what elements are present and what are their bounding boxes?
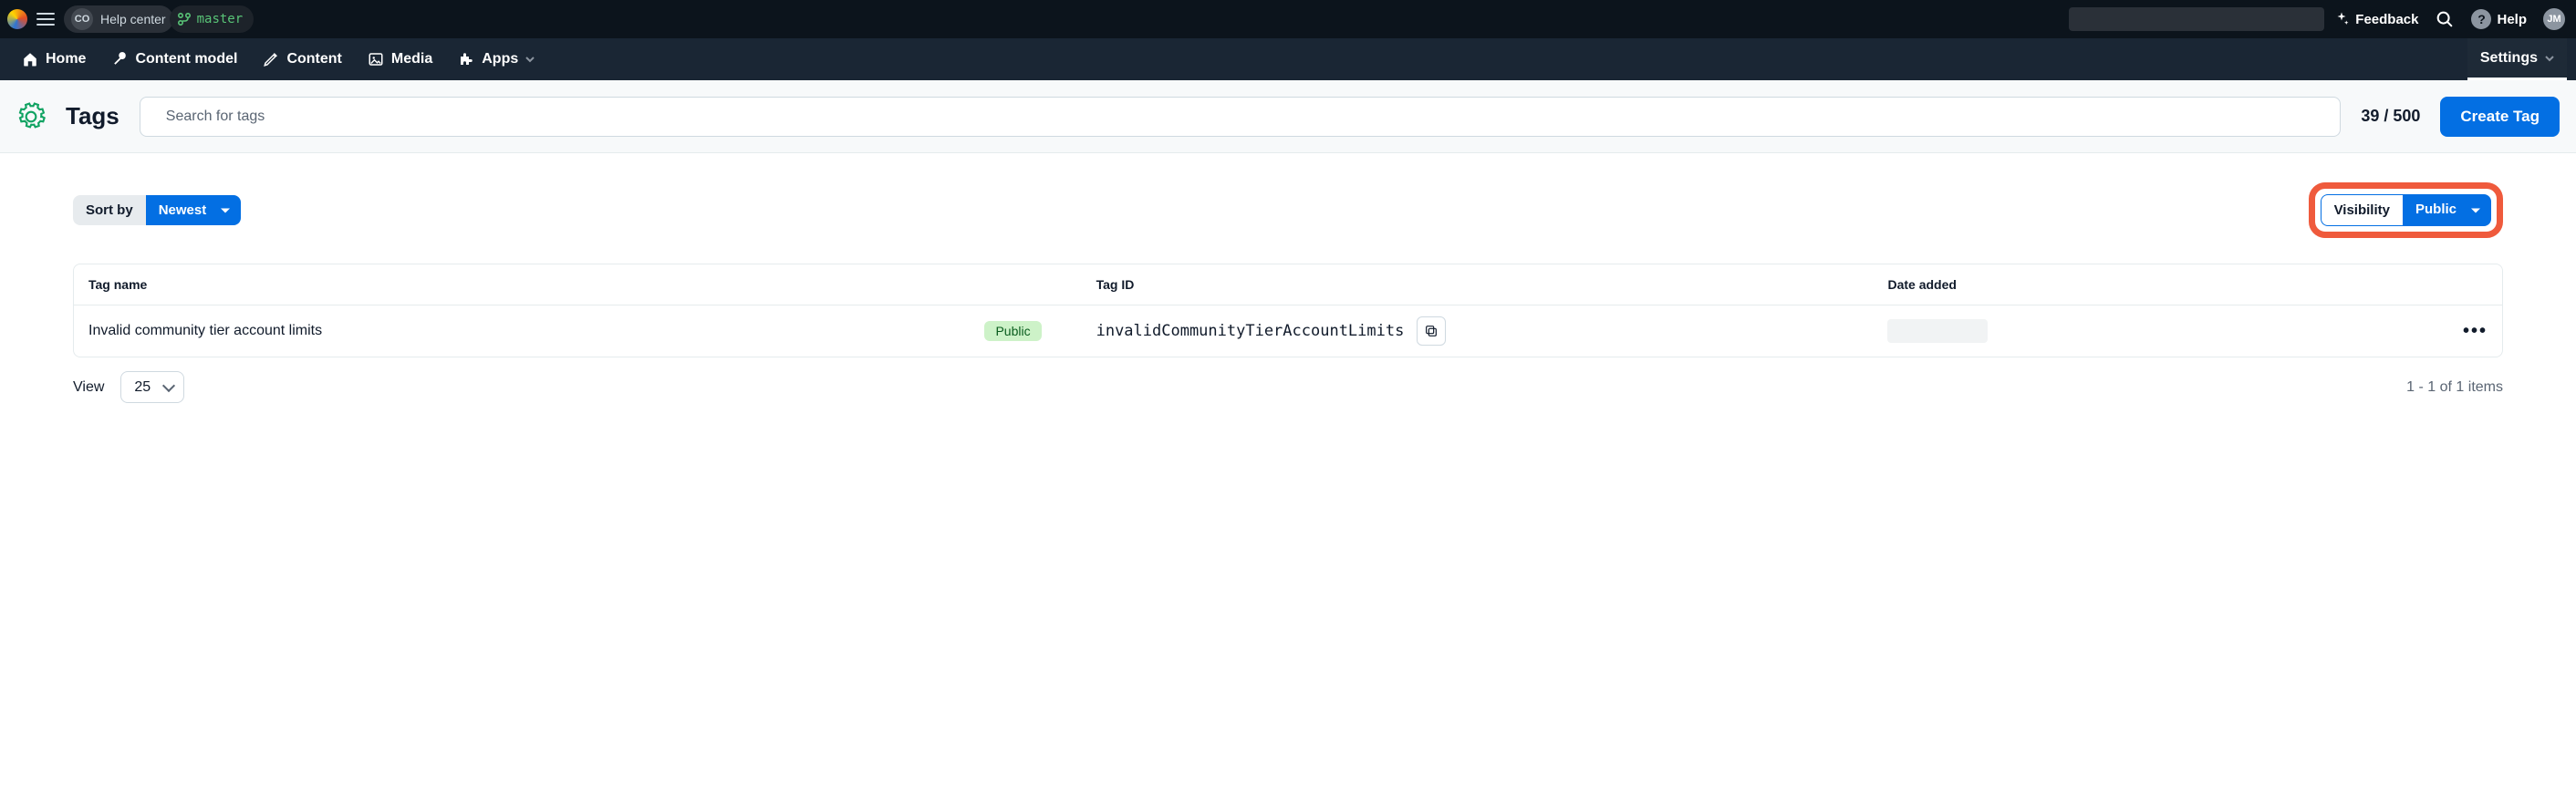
- top-center-placeholder: [2069, 7, 2324, 31]
- nav-home[interactable]: Home: [9, 38, 99, 80]
- sort-label: Sort by: [73, 195, 146, 225]
- search-button[interactable]: [2435, 9, 2455, 29]
- nav-apps[interactable]: Apps: [445, 38, 547, 80]
- sort-control[interactable]: Sort by Newest: [73, 195, 241, 225]
- branch-switcher[interactable]: master: [170, 5, 254, 33]
- search-icon: [2435, 9, 2455, 29]
- copy-icon: [1424, 324, 1439, 338]
- home-icon: [22, 51, 38, 67]
- menu-icon[interactable]: [36, 12, 55, 26]
- nav-content-label: Content: [286, 51, 341, 67]
- chevron-down-icon: [525, 55, 535, 64]
- help-label: Help: [2497, 12, 2527, 27]
- nav-home-label: Home: [46, 51, 86, 67]
- image-icon: [368, 51, 384, 67]
- col-header-date: Date added: [1887, 277, 2319, 292]
- branch-icon: [177, 12, 192, 26]
- visibility-control[interactable]: Visibility Public: [2321, 194, 2491, 226]
- nav-content-model[interactable]: Content model: [99, 38, 250, 80]
- wrench-icon: [111, 51, 128, 67]
- feedback-link[interactable]: Feedback: [2333, 11, 2418, 27]
- nav-content[interactable]: Content: [250, 38, 354, 80]
- table-row: Invalid community tier account limits Pu…: [74, 305, 2502, 357]
- sparkle-icon: [2333, 11, 2350, 27]
- chevron-down-icon: [2545, 54, 2554, 63]
- space-switcher[interactable]: CO Help center: [64, 5, 173, 33]
- settings-gear-icon: [16, 102, 46, 131]
- tags-table: Tag name Tag ID Date added Invalid commu…: [73, 264, 2503, 357]
- row-actions-menu[interactable]: •••: [2463, 321, 2488, 341]
- visibility-label: Visibility: [2321, 194, 2403, 226]
- contentful-logo[interactable]: [7, 9, 27, 29]
- create-tag-button[interactable]: Create Tag: [2440, 97, 2560, 137]
- sort-value[interactable]: Newest: [146, 195, 242, 225]
- help-link[interactable]: ? Help: [2471, 9, 2527, 29]
- search-input[interactable]: [140, 97, 2342, 137]
- pen-icon: [263, 51, 279, 67]
- page-title: Tags: [66, 102, 119, 130]
- nav-media-label: Media: [391, 51, 432, 67]
- visibility-badge: Public: [984, 321, 1041, 341]
- visibility-value[interactable]: Public: [2403, 194, 2491, 226]
- tag-id: invalidCommunityTierAccountLimits: [1096, 322, 1405, 340]
- pagination-range: 1 - 1 of 1 items: [2406, 379, 2503, 396]
- nav-apps-label: Apps: [482, 51, 518, 67]
- user-avatar[interactable]: JM: [2543, 8, 2565, 30]
- page-size-select[interactable]: 25: [120, 371, 184, 403]
- table-header: Tag name Tag ID Date added: [74, 264, 2502, 305]
- nav-settings[interactable]: Settings: [2467, 38, 2567, 80]
- branch-name: master: [197, 12, 244, 26]
- feedback-label: Feedback: [2355, 12, 2418, 27]
- view-label: View: [73, 379, 104, 396]
- org-badge: CO: [71, 8, 93, 30]
- visibility-highlight: Visibility Public: [2309, 182, 2503, 238]
- nav-settings-label: Settings: [2480, 50, 2538, 67]
- nav-media[interactable]: Media: [355, 38, 445, 80]
- date-added-redacted: [1887, 319, 1988, 343]
- help-icon: ?: [2471, 9, 2491, 29]
- nav-content-model-label: Content model: [135, 51, 237, 67]
- puzzle-icon: [458, 51, 474, 67]
- copy-id-button[interactable]: [1417, 316, 1446, 346]
- space-name: Help center: [100, 12, 166, 26]
- col-header-id: Tag ID: [1096, 277, 1888, 292]
- tag-counter: 39 / 500: [2361, 107, 2420, 126]
- col-header-name: Tag name: [88, 277, 1096, 292]
- tag-name: Invalid community tier account limits: [88, 323, 322, 339]
